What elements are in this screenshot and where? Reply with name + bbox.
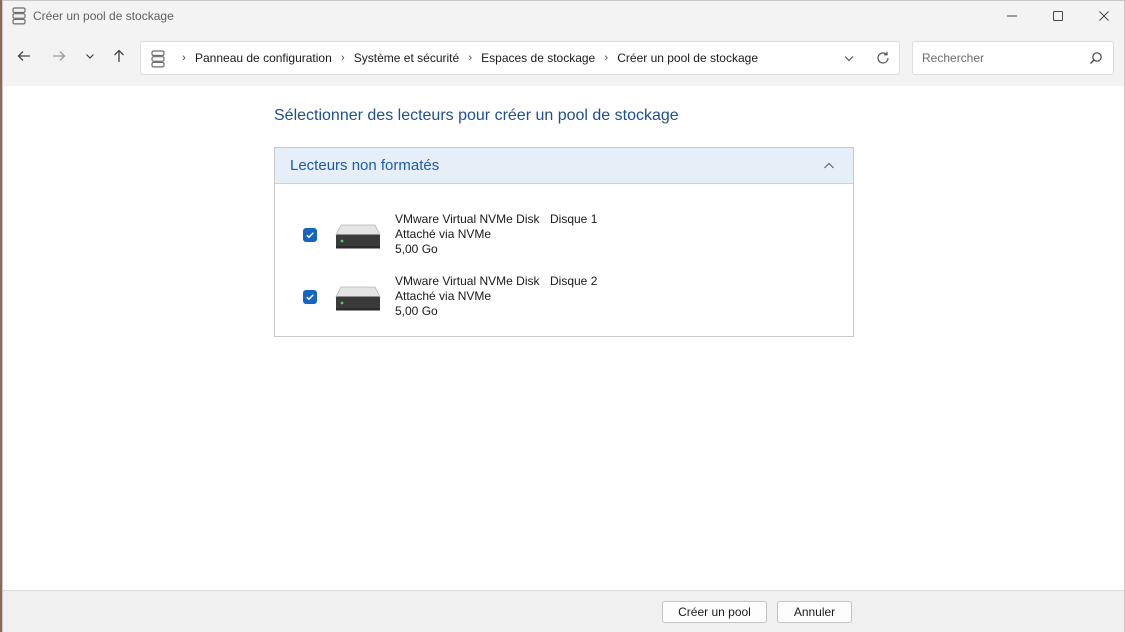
list-item: VMware Virtual NVMe Disk Disque 2 Attach…	[275, 272, 853, 324]
drive-connection: Attaché via NVMe	[395, 289, 492, 303]
drive-size: 5,00 Go	[395, 242, 438, 256]
drive-disk-number: Disque 2	[550, 274, 598, 288]
title-bar: Créer un pool de stockage	[3, 1, 1124, 31]
breadcrumb: › Panneau de configuration › Système et …	[173, 42, 758, 74]
list-item: VMware Virtual NVMe Disk Disque 1 Attach…	[275, 210, 853, 262]
drive-disk-number: Disque 1	[550, 212, 598, 226]
refresh-icon[interactable]	[875, 50, 891, 66]
address-bar[interactable]: › Panneau de configuration › Système et …	[140, 41, 900, 75]
chevron-up-icon[interactable]	[821, 158, 837, 174]
chevron-right-icon[interactable]: ›	[337, 52, 349, 64]
hard-drive-icon	[335, 222, 381, 250]
group-header[interactable]: Lecteurs non formatés	[275, 148, 853, 184]
minimize-button[interactable]	[989, 1, 1035, 31]
window-title: Créer un pool de stockage	[33, 9, 174, 23]
recent-locations-button[interactable]	[77, 43, 103, 69]
cancel-button[interactable]: Annuler	[777, 601, 852, 623]
chevron-down-icon[interactable]	[841, 50, 857, 66]
search-box[interactable]	[912, 41, 1114, 75]
drive-checkbox[interactable]	[303, 228, 317, 242]
create-pool-button[interactable]: Créer un pool	[662, 601, 767, 623]
close-button[interactable]	[1081, 1, 1125, 31]
breadcrumb-item-panneau[interactable]: Panneau de configuration	[195, 51, 332, 65]
hard-drive-icon	[335, 284, 381, 312]
forward-button[interactable]	[46, 43, 72, 69]
drive-connection: Attaché via NVMe	[395, 227, 492, 241]
back-button[interactable]	[11, 43, 37, 69]
breadcrumb-item-current[interactable]: Créer un pool de stockage	[617, 51, 758, 65]
group-title: Lecteurs non formatés	[290, 157, 440, 174]
search-icon[interactable]	[1089, 51, 1103, 65]
up-button[interactable]	[106, 43, 132, 69]
page-title: Sélectionner des lecteurs pour créer un …	[274, 107, 679, 124]
footer-bar: Créer un pool Annuler	[3, 590, 1124, 632]
drive-name: VMware Virtual NVMe Disk	[395, 212, 540, 226]
drive-checkbox[interactable]	[303, 290, 317, 304]
unformatted-drives-group: Lecteurs non formatés VMware Virtual NVM…	[274, 147, 854, 337]
drive-name: VMware Virtual NVMe Disk	[395, 274, 540, 288]
chevron-right-icon[interactable]: ›	[178, 52, 190, 64]
app-window: Créer un pool de stockage › Panneau de c…	[2, 0, 1125, 632]
maximize-button[interactable]	[1035, 1, 1081, 31]
drive-size: 5,00 Go	[395, 304, 438, 318]
chevron-right-icon[interactable]: ›	[600, 52, 612, 64]
breadcrumb-item-espaces[interactable]: Espaces de stockage	[481, 51, 595, 65]
search-input[interactable]	[914, 43, 1082, 73]
navigation-bar: › Panneau de configuration › Système et …	[3, 31, 1124, 86]
storage-spaces-icon	[12, 7, 26, 25]
storage-spaces-icon	[151, 50, 165, 68]
chevron-right-icon[interactable]: ›	[464, 52, 476, 64]
breadcrumb-item-systeme[interactable]: Système et sécurité	[354, 51, 459, 65]
